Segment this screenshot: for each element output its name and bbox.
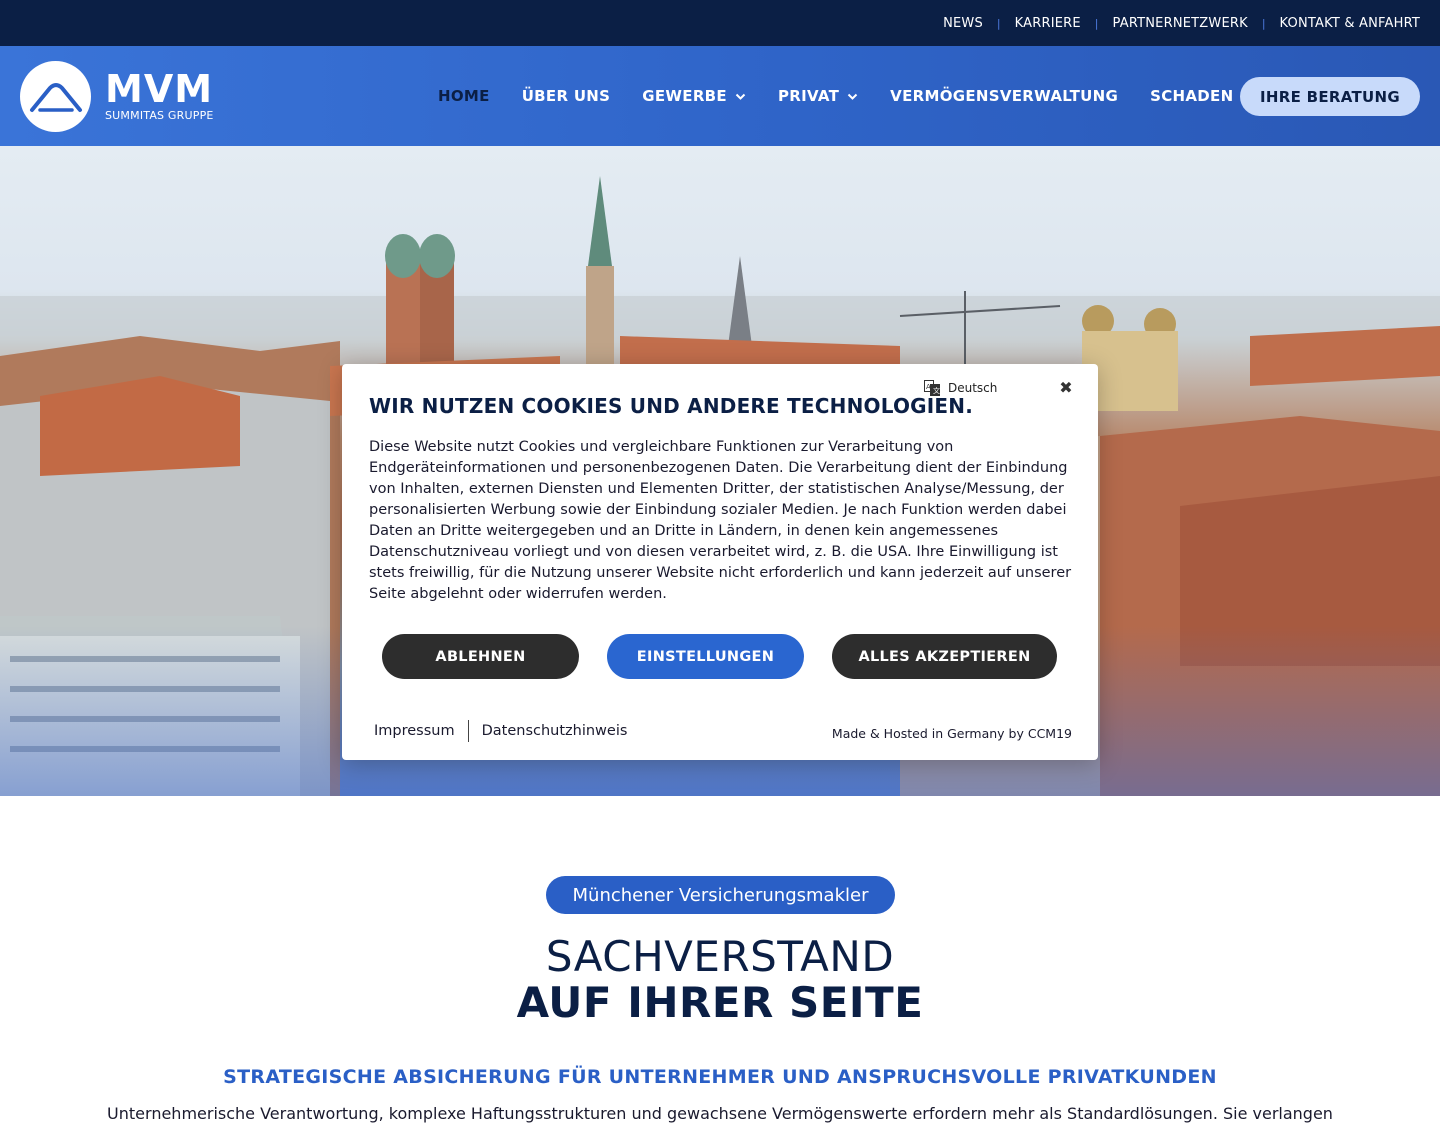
chevron-down-icon — [847, 87, 858, 105]
cookie-footer-links: Impressum Datenschutzhinweis — [374, 720, 627, 742]
utility-link-partnernetzwerk[interactable]: PARTNERNETZWERK — [1113, 16, 1248, 31]
logo-title: MVM — [105, 67, 214, 111]
intro-body-text: Unternehmerische Verantwortung, komplexe… — [107, 1104, 1333, 1123]
utility-link-kontakt[interactable]: KONTAKT & ANFAHRT — [1280, 16, 1420, 31]
chevron-down-icon — [735, 87, 746, 105]
nav-item-schaden[interactable]: SCHADEN — [1150, 87, 1233, 105]
logo-mark-icon — [20, 61, 91, 132]
svg-text:文: 文 — [933, 386, 940, 395]
nav-item-label: GEWERBE — [642, 87, 727, 105]
utility-bar: NEWS | KARRIERE | PARTNERNETZWERK | KONT… — [0, 0, 1440, 46]
language-label: Deutsch — [948, 381, 998, 395]
main-header: MVM SUMMITAS GRUPPE HOME ÜBER UNS GEWERB… — [0, 46, 1440, 146]
tagline-badge: Münchener Versicherungsmakler — [546, 876, 895, 914]
nav-item-label: HOME — [438, 87, 490, 105]
nav-item-label: ÜBER UNS — [521, 87, 611, 105]
privacy-link[interactable]: Datenschutzhinweis — [482, 723, 628, 739]
nav-item-privat[interactable]: PRIVAT — [778, 87, 858, 105]
close-icon[interactable]: ✖ — [1058, 380, 1074, 396]
utility-link-news[interactable]: NEWS — [943, 16, 983, 31]
nav-item-vermoegensverwaltung[interactable]: VERMÖGENSVERWALTUNG — [890, 87, 1118, 105]
utility-nav: NEWS | KARRIERE | PARTNERNETZWERK | KONT… — [943, 0, 1420, 46]
cookie-description: Diese Website nutzt Cookies und vergleic… — [369, 439, 1072, 602]
subheadline: STRATEGISCHE ABSICHERUNG FÜR UNTERNEHMER… — [223, 1066, 1217, 1088]
logo-subtitle: SUMMITAS GRUPPE — [105, 109, 214, 122]
reject-button[interactable]: ABLEHNEN — [382, 634, 579, 679]
nav-item-ueber-uns[interactable]: ÜBER UNS — [522, 87, 611, 105]
nav-item-home[interactable]: HOME — [438, 87, 490, 105]
site-logo[interactable]: MVM SUMMITAS GRUPPE — [20, 61, 214, 132]
cookie-title: WIR NUTZEN COOKIES UND ANDERE TECHNOLOGI… — [369, 394, 974, 418]
svg-text:A: A — [926, 383, 931, 391]
cookie-consent-dialog: WIR NUTZEN COOKIES UND ANDERE TECHNOLOGI… — [342, 364, 1098, 760]
utility-link-karriere[interactable]: KARRIERE — [1015, 16, 1081, 31]
main-nav: HOME ÜBER UNS GEWERBE PRIVAT VERMÖGENSVE… — [438, 46, 1265, 146]
nav-item-label: VERMÖGENSVERWALTUNG — [890, 87, 1119, 105]
nav-item-label: SCHADEN — [1150, 87, 1234, 105]
consultation-button[interactable]: IHRE BERATUNG — [1240, 77, 1420, 116]
nav-item-label: PRIVAT — [777, 87, 840, 105]
utility-separator: | — [996, 16, 1001, 30]
nav-item-gewerbe[interactable]: GEWERBE — [642, 87, 746, 105]
settings-button[interactable]: EINSTELLUNGEN — [607, 634, 804, 679]
utility-separator: | — [1094, 16, 1099, 30]
headline-line-2: AUF IHRER SEITE — [516, 978, 924, 1027]
logo-wordmark: MVM SUMMITAS GRUPPE — [105, 67, 214, 122]
headline-line-1: SACHVERSTAND — [545, 932, 895, 981]
utility-separator: | — [1261, 16, 1266, 30]
imprint-link[interactable]: Impressum — [374, 723, 455, 739]
footer-divider — [467, 720, 469, 742]
accept-all-button[interactable]: ALLES AKZEPTIEREN — [832, 634, 1057, 679]
translate-icon: A 文 — [924, 380, 940, 396]
language-selector[interactable]: A 文 Deutsch — [924, 380, 997, 396]
hosted-note[interactable]: Made & Hosted in Germany by CCM19 — [832, 726, 1072, 741]
